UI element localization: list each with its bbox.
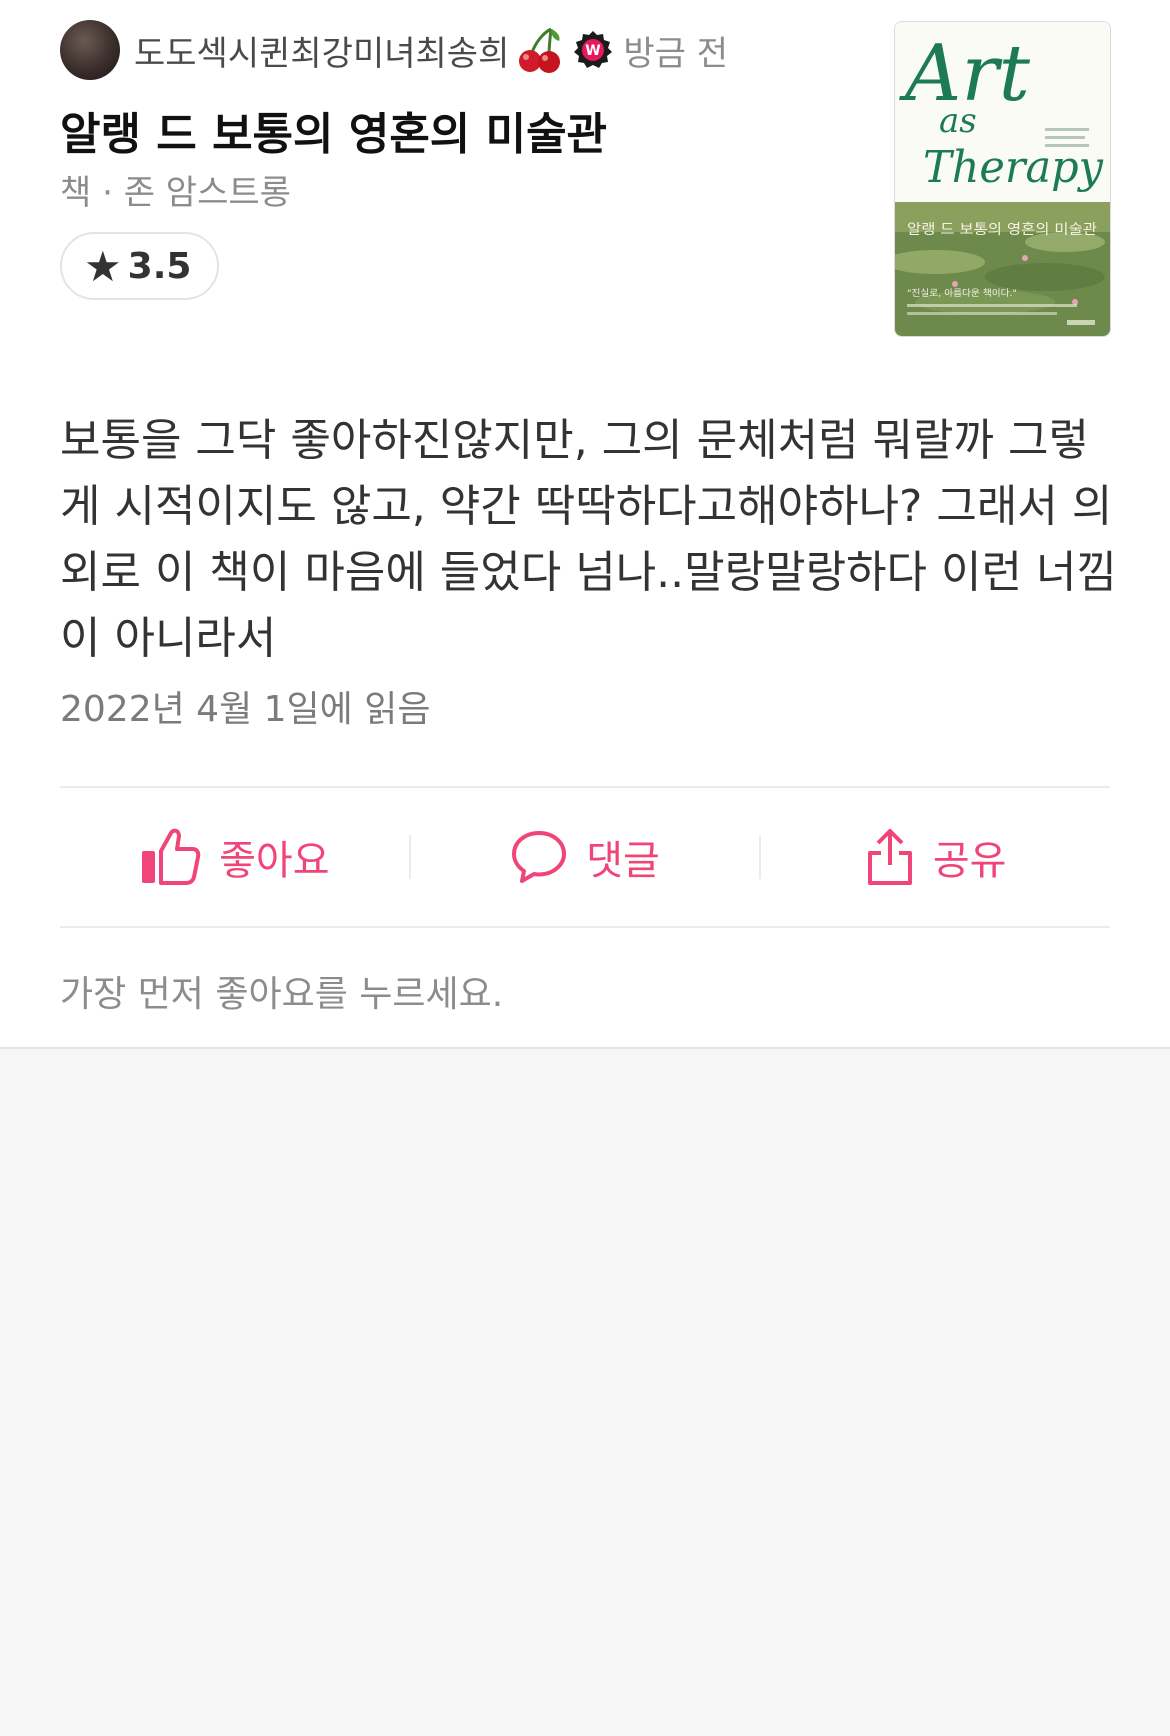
cover-korean-title: 알랭 드 보통의 영혼의 미술관	[907, 222, 1097, 238]
share-button[interactable]: 공유	[761, 788, 1110, 926]
comment-button[interactable]: 댓글	[411, 788, 760, 926]
speech-bubble-icon	[512, 831, 567, 883]
rating-pill: ★ 3.5	[60, 232, 220, 300]
book-meta: 책 · 존 암스트롱	[60, 173, 291, 213]
post-card: 도도섹시퀸최강미녀최송희 W 방금 전 알랭 드 보통의 영혼의 미술관 책 ·…	[0, 0, 1170, 1049]
rating-value: 3.5	[127, 245, 192, 287]
divider	[60, 926, 1110, 928]
cover-tagline: "진실로, 아름다운 책이다."	[907, 287, 1017, 299]
like-button[interactable]: 좋아요	[60, 788, 409, 926]
post-time: 방금 전	[623, 33, 729, 74]
post-header: 도도섹시퀸최강미녀최송희 W 방금 전	[60, 20, 860, 80]
svg-text:W: W	[586, 43, 601, 59]
w-badge-icon: W	[573, 30, 613, 70]
comment-label: 댓글	[586, 838, 660, 884]
cherry-icon	[517, 25, 563, 75]
username[interactable]: 도도섹시퀸최강미녀최송희	[134, 26, 509, 75]
like-label: 좋아요	[219, 838, 330, 884]
user-row: 도도섹시퀸최강미녀최송희 W 방금 전	[60, 20, 860, 80]
book-title[interactable]: 알랭 드 보통의 영혼의 미술관	[60, 98, 607, 162]
star-icon: ★	[84, 241, 122, 291]
cover-title-as: as	[939, 101, 977, 141]
avatar[interactable]	[60, 20, 120, 80]
review-body: 보통을 그닥 좋아하진않지만, 그의 문체처럼 뭐랄까 그렇게 시적이지도 않고…	[60, 415, 1117, 664]
first-like-prompt: 가장 먼저 좋아요를 누르세요.	[60, 974, 504, 1015]
share-icon	[867, 829, 912, 885]
action-bar: 좋아요 댓글 공유	[60, 788, 1110, 926]
thumbs-up-icon	[142, 828, 201, 885]
read-date: 2022년 4월 1일에 읽음	[60, 689, 431, 730]
cover-title-therapy: Therapy	[923, 142, 1104, 193]
share-label: 공유	[932, 838, 1007, 884]
book-cover[interactable]: Art as Therapy 알랭 드 보통의 영혼의 미술관 "진실로, 아름…	[894, 21, 1111, 337]
